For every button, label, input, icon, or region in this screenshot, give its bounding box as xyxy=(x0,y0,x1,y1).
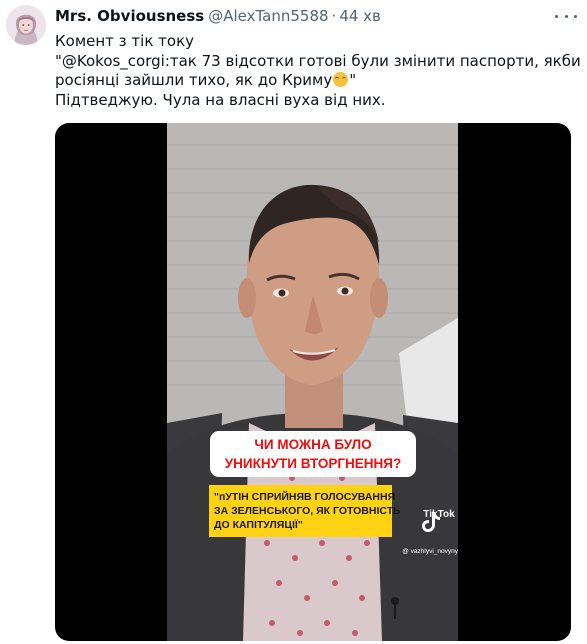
video-still-image xyxy=(167,123,458,641)
tiktok-logo-icon xyxy=(422,512,440,532)
tweet-text-line: "@Kokos_corgi:так 73 відсотки готові бул… xyxy=(55,51,581,70)
tweet-text-fragment: " xyxy=(349,71,357,89)
tweet[interactable]: Mrs. Obviousness @AlexTann5588 · 44 хв К… xyxy=(0,0,587,644)
question-line: ЧИ МОЖНА БУЛО xyxy=(254,437,372,452)
tweet-text-line: Комент з тік току xyxy=(55,32,195,50)
caption-line: ЗА ЗЕЛЕНСЬКОГО, ЯК ГОТОВНІСТЬ xyxy=(214,505,401,517)
caption-line: ДО КАПІТУЛЯЦІЇ" xyxy=(214,519,303,531)
video-frame[interactable]: ЧИ МОЖНА БУЛО УНИКНУТИ ВТОРГНЕННЯ? "пУТІ… xyxy=(167,123,458,641)
more-horizontal-icon[interactable] xyxy=(555,9,577,23)
tweet-text: Комент з тік току "@Kokos_corgi:так 73 в… xyxy=(55,32,581,110)
smirking-face-emoji-icon xyxy=(333,72,349,87)
timestamp[interactable]: 44 хв xyxy=(339,6,381,26)
caption-line: "пУТІН СПРИЙНЯВ ГОЛОСУВАННЯ xyxy=(214,491,396,503)
video-caption-overlay: "пУТІН СПРИЙНЯВ ГОЛОСУВАННЯ ЗА ЗЕЛЕНСЬКО… xyxy=(209,485,401,537)
tiktok-username: @ vazhlyvi_novyny xyxy=(402,548,458,555)
avatar[interactable] xyxy=(6,5,46,45)
tweet-body: Mrs. Obviousness @AlexTann5588 · 44 хв К… xyxy=(55,6,581,110)
separator-dot: · xyxy=(331,7,337,25)
video-media[interactable]: ЧИ МОЖНА БУЛО УНИКНУТИ ВТОРГНЕННЯ? "пУТІ… xyxy=(55,123,571,641)
tweet-text-line: Підтведжую. Чула на власні вуха від них. xyxy=(55,90,386,109)
video-question-overlay: ЧИ МОЖНА БУЛО УНИКНУТИ ВТОРГНЕННЯ? xyxy=(210,431,416,477)
display-name[interactable]: Mrs. Obviousness xyxy=(55,6,204,26)
question-line: УНИКНУТИ ВТОРГНЕННЯ? xyxy=(224,456,402,471)
tweet-text-fragment: росіянці зайшли тихо, як до Криму xyxy=(55,71,333,89)
tweet-header: Mrs. Obviousness @AlexTann5588 · 44 хв xyxy=(55,6,579,26)
user-handle[interactable]: @AlexTann5588 xyxy=(208,6,328,26)
tiktok-watermark: TikTok xyxy=(421,509,457,532)
tweet-text-line: росіянці зайшли тихо, як до Криму " xyxy=(55,71,579,91)
